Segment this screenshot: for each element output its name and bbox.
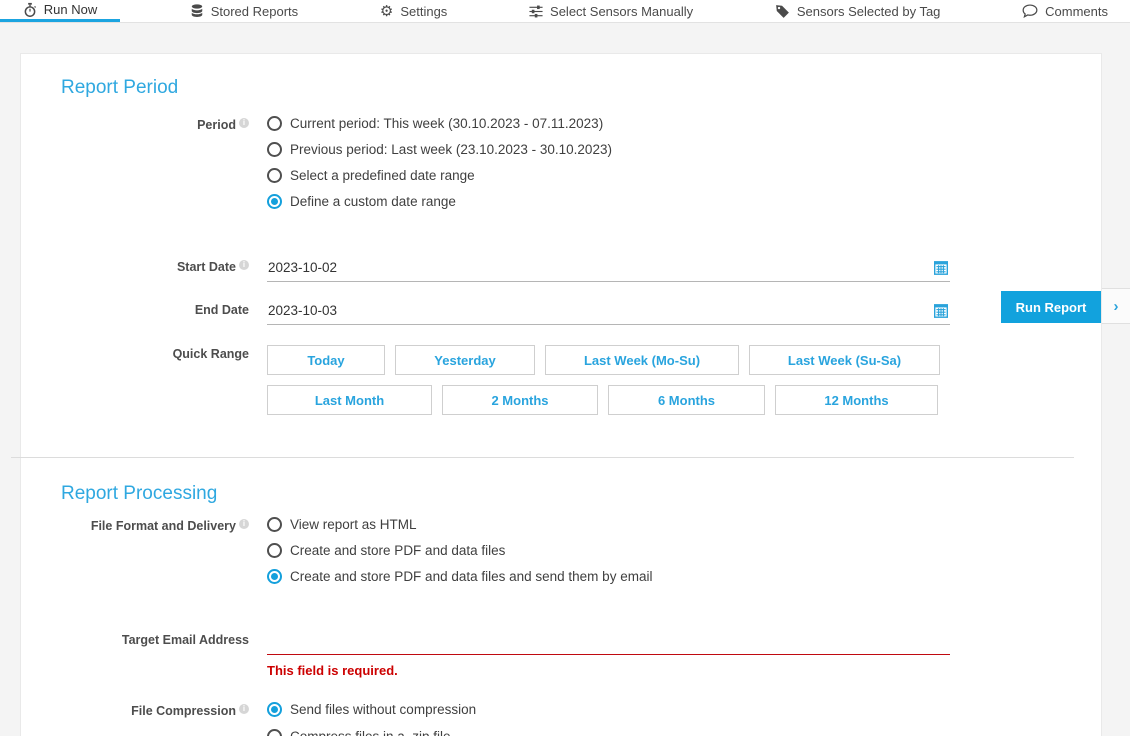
file-format-option-pdf-email[interactable]: Create and store PDF and data files and … bbox=[267, 569, 950, 584]
calendar-icon[interactable] bbox=[934, 303, 948, 321]
period-label: Periodi bbox=[61, 116, 249, 132]
tab-select-sensors-manually[interactable]: Select Sensors Manually bbox=[517, 0, 705, 22]
quick-range-last-month-button[interactable]: Last Month bbox=[267, 385, 432, 415]
tab-label: Select Sensors Manually bbox=[550, 4, 693, 19]
report-period-title: Report Period bbox=[61, 77, 1101, 99]
tab-run-now[interactable]: Run Now bbox=[0, 0, 120, 22]
radio-option-label: Create and store PDF and data files and … bbox=[290, 569, 652, 584]
start-date-row: Start Datei bbox=[61, 258, 1101, 282]
period-option-previous[interactable]: Previous period: Last week (23.10.2023 -… bbox=[267, 142, 950, 157]
radio-option-label: Select a predefined date range bbox=[290, 168, 475, 183]
tab-label: Comments bbox=[1045, 4, 1108, 19]
panel-expand-handle[interactable]: › bbox=[1102, 288, 1130, 324]
tab-sensors-selected-by-tag[interactable]: Sensors Selected by Tag bbox=[763, 0, 953, 22]
file-format-options: View report as HTML Create and store PDF… bbox=[267, 517, 950, 595]
quick-range-row: Quick Range Today Yesterday Last Week (M… bbox=[61, 345, 1101, 425]
run-report-button[interactable]: Run Report bbox=[1001, 291, 1101, 323]
info-icon[interactable]: i bbox=[239, 704, 249, 714]
quick-range-6-months-button[interactable]: 6 Months bbox=[608, 385, 765, 415]
tab-stored-reports[interactable]: Stored Reports bbox=[178, 0, 310, 22]
radio-option-label: Send files without compression bbox=[290, 702, 476, 717]
file-compression-label: File Compressioni bbox=[61, 702, 249, 718]
period-option-current[interactable]: Current period: This week (30.10.2023 - … bbox=[267, 116, 950, 131]
compression-option-none[interactable]: Send files without compression bbox=[267, 702, 950, 717]
file-compression-row: File Compressioni Send files without com… bbox=[61, 702, 1101, 736]
info-icon[interactable]: i bbox=[239, 260, 249, 270]
gear-icon: ⚙ bbox=[380, 4, 393, 19]
tab-comments[interactable]: Comments bbox=[1010, 0, 1120, 22]
radio-option-label: Current period: This week (30.10.2023 - … bbox=[290, 116, 603, 131]
radio-button[interactable] bbox=[267, 702, 282, 717]
period-option-custom[interactable]: Define a custom date range bbox=[267, 194, 950, 209]
info-icon[interactable]: i bbox=[239, 118, 249, 128]
period-row: Periodi Current period: This week (30.10… bbox=[61, 116, 1101, 220]
file-format-label: File Format and Deliveryi bbox=[61, 517, 249, 533]
radio-option-label: Define a custom date range bbox=[290, 194, 456, 209]
quick-range-yesterday-button[interactable]: Yesterday bbox=[395, 345, 535, 375]
quick-range-12-months-button[interactable]: 12 Months bbox=[775, 385, 938, 415]
end-date-label: End Date bbox=[61, 301, 249, 325]
info-icon[interactable]: i bbox=[239, 519, 249, 529]
end-date-input[interactable] bbox=[267, 301, 950, 325]
radio-option-label: Compress files in a .zip file bbox=[290, 729, 451, 736]
target-email-row: Target Email Address This field is requi… bbox=[61, 631, 1101, 678]
end-date-row: End Date bbox=[61, 301, 1101, 325]
file-format-option-pdf-store[interactable]: Create and store PDF and data files bbox=[267, 543, 950, 558]
compression-option-zip[interactable]: Compress files in a .zip file bbox=[267, 729, 950, 736]
report-settings-card: Report Period Periodi Current period: Th… bbox=[20, 53, 1102, 736]
tab-label: Settings bbox=[400, 4, 447, 19]
quick-range-last-week-mo-su-button[interactable]: Last Week (Mo-Su) bbox=[545, 345, 739, 375]
radio-button[interactable] bbox=[267, 543, 282, 558]
tag-icon bbox=[775, 4, 790, 19]
radio-button[interactable] bbox=[267, 729, 282, 736]
report-processing-title: Report Processing bbox=[61, 483, 1101, 505]
database-icon bbox=[190, 4, 204, 19]
tab-label: Stored Reports bbox=[211, 4, 298, 19]
sliders-icon bbox=[529, 4, 543, 19]
start-date-input[interactable] bbox=[267, 258, 950, 282]
radio-button[interactable] bbox=[267, 142, 282, 157]
tab-label: Sensors Selected by Tag bbox=[797, 4, 941, 19]
tab-settings[interactable]: ⚙ Settings bbox=[368, 0, 459, 22]
quick-range-today-button[interactable]: Today bbox=[267, 345, 385, 375]
file-format-option-html[interactable]: View report as HTML bbox=[267, 517, 950, 532]
radio-button[interactable] bbox=[267, 194, 282, 209]
quick-range-last-week-su-sa-button[interactable]: Last Week (Su-Sa) bbox=[749, 345, 940, 375]
radio-button[interactable] bbox=[267, 517, 282, 532]
target-email-input[interactable] bbox=[267, 631, 950, 655]
file-compression-options: Send files without compression Compress … bbox=[267, 702, 950, 736]
radio-button[interactable] bbox=[267, 168, 282, 183]
calendar-icon[interactable] bbox=[934, 260, 948, 278]
quick-range-2-months-button[interactable]: 2 Months bbox=[442, 385, 598, 415]
target-email-error: This field is required. bbox=[267, 663, 950, 678]
stopwatch-icon bbox=[23, 2, 37, 18]
target-email-label: Target Email Address bbox=[61, 631, 249, 678]
radio-button[interactable] bbox=[267, 116, 282, 131]
chevron-right-icon: › bbox=[1114, 298, 1119, 315]
period-option-predefined[interactable]: Select a predefined date range bbox=[267, 168, 950, 183]
radio-button[interactable] bbox=[267, 569, 282, 584]
file-format-row: File Format and Deliveryi View report as… bbox=[61, 517, 1101, 595]
quick-range-label: Quick Range bbox=[61, 345, 249, 361]
section-divider bbox=[11, 457, 1074, 458]
tab-bar: Run Now Stored Reports ⚙ Settings bbox=[0, 0, 1130, 23]
radio-option-label: Create and store PDF and data files bbox=[290, 543, 505, 558]
period-options: Current period: This week (30.10.2023 - … bbox=[267, 116, 950, 220]
radio-option-label: Previous period: Last week (23.10.2023 -… bbox=[290, 142, 612, 157]
comment-icon bbox=[1022, 4, 1038, 18]
start-date-label: Start Datei bbox=[61, 258, 249, 282]
tab-label: Run Now bbox=[44, 2, 97, 17]
radio-option-label: View report as HTML bbox=[290, 517, 417, 532]
